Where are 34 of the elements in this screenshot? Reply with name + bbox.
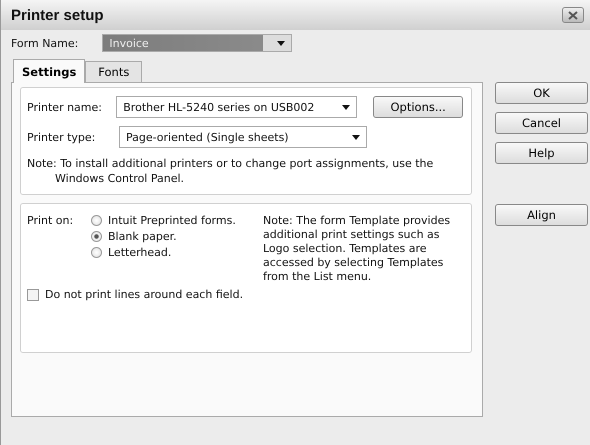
align-button[interactable]: Align	[495, 204, 588, 226]
printer-name-dropdown[interactable]: Brother HL-5240 series on USB002	[116, 96, 358, 118]
checkbox-label: Do not print lines around each field.	[45, 288, 244, 301]
checkbox-option[interactable]: Do not print lines around each field.	[27, 288, 463, 301]
tab[interactable]: Fonts	[85, 61, 142, 82]
caret-icon	[352, 134, 360, 140]
printer-type-label: Printer type:	[27, 130, 96, 144]
dialog-button[interactable]: Cancel	[495, 112, 588, 134]
options-button[interactable]: Options...	[373, 96, 463, 118]
checkbox[interactable]	[27, 288, 39, 300]
form-name-dropdown[interactable]: Invoice	[102, 34, 292, 52]
dialog-button[interactable]: OK	[495, 82, 588, 104]
close-button[interactable]	[562, 7, 584, 23]
radio-button[interactable]	[91, 247, 102, 258]
caret-icon	[342, 104, 350, 110]
radio-option[interactable]: Intuit Preprinted forms.	[91, 214, 263, 227]
dialog-button[interactable]: Help	[495, 142, 588, 164]
printer-note: Note: To install additional printers or to change port assignments, use the Windows Control Panel.	[27, 156, 434, 186]
form-name-label: Form Name:	[11, 36, 78, 50]
printer-name-label: Printer name:	[27, 100, 103, 114]
radio-option[interactable]: Blank paper.	[91, 230, 263, 243]
radio-label: Intuit Preprinted forms.	[108, 214, 236, 227]
radio-option[interactable]: Letterhead.	[91, 246, 263, 259]
radio-label: Blank paper.	[108, 230, 177, 243]
radio-label: Letterhead.	[108, 246, 172, 259]
tab[interactable]: Settings	[13, 59, 86, 83]
caret-icon	[277, 40, 286, 46]
printer-type-dropdown[interactable]: Page-oriented (Single sheets)	[119, 126, 367, 148]
close-icon	[568, 10, 578, 20]
print-on-label: Print on:	[27, 214, 74, 229]
radio-button[interactable]	[91, 231, 102, 242]
radio-button[interactable]	[91, 215, 102, 226]
template-note: Note: The form Template provides additional print settings such as Logo selection. Templates are accessed by selecting Templates from the List menu.	[263, 214, 452, 284]
window-title: Printer setup	[11, 6, 104, 24]
